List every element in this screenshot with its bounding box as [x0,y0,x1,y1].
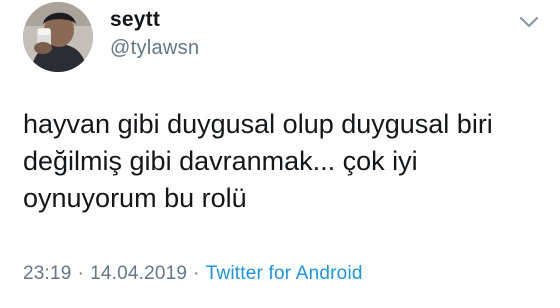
tweet-text-line: değilmiş gibi davranmak... çok iyi [23,146,418,176]
tweet-text-line: oynuyorum bu rolü [23,183,247,213]
tweet-text: hayvan gibi duygusal olup duygusal biri … [23,106,543,217]
tweet-card: seytt @tylawsn hayvan gibi duygusal olup… [0,0,560,308]
display-name[interactable]: seytt [110,8,160,32]
chevron-down-icon[interactable] [518,14,540,30]
tweet-metadata: 23:19 · 14.04.2019 · Twitter for Android [23,263,363,285]
tweet-text-line: hayvan gibi duygusal olup duygusal biri [23,109,493,139]
tweet-time[interactable]: 23:19 [23,263,72,284]
separator-dot: · [77,263,85,284]
tweet-source-link[interactable]: Twitter for Android [206,263,363,284]
separator-dot: · [193,263,200,284]
avatar[interactable] [23,2,93,72]
user-handle[interactable]: @tylawsn [110,37,199,60]
avatar-photo [23,2,93,72]
tweet-date[interactable]: 14.04.2019 [90,263,187,284]
